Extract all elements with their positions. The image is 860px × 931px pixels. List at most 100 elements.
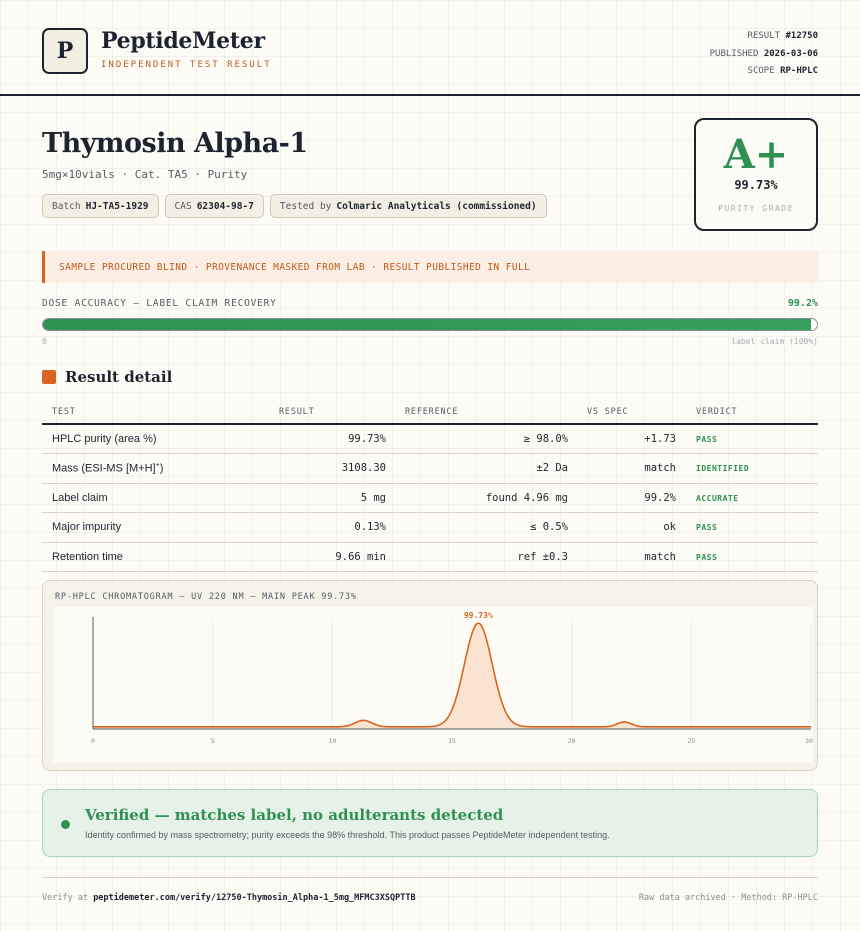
batch-chip: Batch HJ-TA5-1929 <box>42 194 159 218</box>
cell-reference: ≤ 0.5% <box>530 521 568 534</box>
chip-value: HJ-TA5-1929 <box>85 200 149 212</box>
meta-scope-value: RP-HPLC <box>780 66 818 76</box>
meta-result: RESULT #12750 <box>710 28 818 46</box>
cell-test-text: Mass (ESI-MS [M+H] <box>52 463 156 476</box>
verified-dot-icon <box>61 820 70 829</box>
cell-result: 99.73% <box>348 433 386 445</box>
blind-sample-notice: SAMPLE PROCURED BLIND · PROVENANCE MASKE… <box>42 251 818 283</box>
verified-title: Verified — matches label, no adulterants… <box>85 806 504 824</box>
cell-test: Label claim <box>52 491 108 504</box>
brand-logo: P <box>42 28 88 74</box>
chromatogram-title: RP-HPLC CHROMATOGRAM — UV 220 NM — MAIN … <box>55 592 357 602</box>
logo-letter: P <box>56 38 74 64</box>
dose-accuracy-fill <box>43 319 811 330</box>
table-row: Mass (ESI-MS [M+H]+) 3108.30 ±2 Da match… <box>42 454 818 484</box>
cell-vs-spec: +1.73 <box>644 433 676 445</box>
dose-max-label: label claim (100%) <box>731 337 818 346</box>
chip-label: Batch <box>52 200 81 212</box>
meta-published: PUBLISHED 2026-03-06 <box>710 46 818 64</box>
footer-method: Raw data archived · Method: RP-HPLC <box>638 893 818 903</box>
cell-verdict: PASS <box>696 435 718 444</box>
meta-published-value: 2026-03-06 <box>763 48 818 59</box>
verified-description: Identity confirmed by mass spectrometry;… <box>85 830 610 840</box>
peak-label: 99.73% <box>464 611 493 620</box>
dose-accuracy-value: 99.2% <box>787 298 818 309</box>
cas-chip: CAS 62304-98-7 <box>164 194 264 218</box>
table-row: Label claim 5 mg found 4.96 mg 99.2% ACC… <box>42 484 818 514</box>
table-row: HPLC purity (area %) 99.73% ≥ 98.0% +1.7… <box>42 425 818 455</box>
result-detail-heading: Result detail <box>42 368 172 386</box>
th-verdict: VERDICT <box>696 407 738 417</box>
table-header: TEST RESULT REFERENCE VS SPEC VERDICT <box>42 398 818 425</box>
cell-vs-spec: match <box>644 462 676 475</box>
cell-reference: found 4.96 mg <box>485 491 568 504</box>
th-result: RESULT <box>279 407 315 417</box>
meta-result-value: #12750 <box>785 31 818 41</box>
x-tick-label: 15 <box>448 737 456 745</box>
dose-accuracy-label: DOSE ACCURACY — LABEL CLAIM RECOVERY <box>42 298 277 309</box>
table-row: Retention time 9.66 min ref ±0.3 match P… <box>42 543 818 572</box>
cell-test: Mass (ESI-MS [M+H]+) <box>52 462 163 475</box>
footer-verify-prefix: Verify at <box>42 893 89 903</box>
meta-published-label: PUBLISHED <box>709 48 759 59</box>
cell-result: 5 mg <box>360 491 386 504</box>
chip-value: Colmaric Analyticals (commissioned) <box>336 200 537 212</box>
section-title: Result detail <box>65 368 173 386</box>
cell-reference: ref ±0.3 <box>517 550 568 563</box>
chromatogram-plot: 0 5 10 15 20 25 30m 99.73% <box>53 607 817 763</box>
chip-label: Tested by <box>279 200 332 212</box>
product-subtitle: 5mg×10vials · Cat. TA5 · Purity <box>42 168 248 181</box>
cell-test-end: ) <box>159 463 164 476</box>
meta-result-label: RESULT <box>747 31 781 41</box>
footer-verify: Verify at peptidemeter.com/verify/12750-… <box>42 893 416 903</box>
cell-test: Retention time <box>52 550 123 563</box>
product-chips: Batch HJ-TA5-1929 CAS 62304-98-7 Tested by… <box>42 194 547 218</box>
cell-result: 9.66 min <box>335 550 386 563</box>
cell-result: 0.13% <box>354 521 386 534</box>
cell-verdict: ACCURATE <box>696 493 739 503</box>
result-table: TEST RESULT REFERENCE VS SPEC VERDICT HP… <box>42 398 818 572</box>
meta-scope: SCOPE RP-HPLC <box>710 63 818 81</box>
dose-accuracy-bar <box>42 318 818 331</box>
verify-link[interactable]: peptidemeter.com/verify/12750-Thymosin_A… <box>93 893 415 903</box>
grade-letter: A+ <box>723 131 789 178</box>
chromatogram-svg: 0 5 10 15 20 25 30m 99.73% <box>91 611 817 745</box>
cell-vs-spec: ok <box>663 521 676 534</box>
product-title: Thymosin Alpha-1 <box>42 128 308 159</box>
x-tick-label: 30m <box>805 737 813 745</box>
x-tick-label: 5 <box>211 737 215 745</box>
th-test: TEST <box>52 407 76 417</box>
grade-label: PURITY GRADE <box>718 204 794 213</box>
cell-verdict: IDENTIFIED <box>696 464 750 474</box>
chromatogram-panel: RP-HPLC CHROMATOGRAM — UV 220 NM — MAIN … <box>42 580 818 771</box>
report-header: P PeptideMeter INDEPENDENT TEST RESULT R… <box>0 0 860 96</box>
cell-reference: ≥ 98.0% <box>523 433 568 445</box>
chip-label: CAS <box>174 200 192 212</box>
x-tick-label: 10 <box>328 737 336 745</box>
dose-min-label: 0 <box>42 337 47 346</box>
cell-vs-spec: match <box>644 550 676 563</box>
purity-grade-card: A+ 99.73% PURITY GRADE <box>694 118 818 231</box>
section-marker-icon <box>42 370 56 384</box>
cell-vs-spec: 99.2% <box>644 491 676 504</box>
x-tick-label: 20 <box>568 737 576 745</box>
cell-verdict: PASS <box>696 523 718 533</box>
brand-name: PeptideMeter <box>101 28 265 54</box>
cell-test: HPLC purity (area %) <box>52 433 157 445</box>
meta-scope-label: SCOPE <box>747 66 775 76</box>
th-reference: REFERENCE <box>405 407 459 417</box>
th-vs-spec: VS SPEC <box>587 407 629 417</box>
x-tick-label: 0 <box>91 737 95 745</box>
brand-tagline: INDEPENDENT TEST RESULT <box>101 60 272 70</box>
cell-verdict: PASS <box>696 552 718 562</box>
chip-value: 62304-98-7 <box>196 200 254 212</box>
tested-by-chip: Tested by Colmaric Analyticals (commissio… <box>269 194 547 218</box>
cell-reference: ±2 Da <box>536 462 568 475</box>
table-row: Major impurity 0.13% ≤ 0.5% ok PASS <box>42 513 818 543</box>
verified-banner: Verified — matches label, no adulterants… <box>42 789 818 857</box>
x-tick-label: 25 <box>687 737 695 745</box>
footer-divider <box>42 877 818 878</box>
result-meta: RESULT #12750 PUBLISHED 2026-03-06 SCOPE… <box>710 28 818 81</box>
cell-result: 3108.30 <box>341 462 386 475</box>
cell-test: Major impurity <box>52 521 122 534</box>
